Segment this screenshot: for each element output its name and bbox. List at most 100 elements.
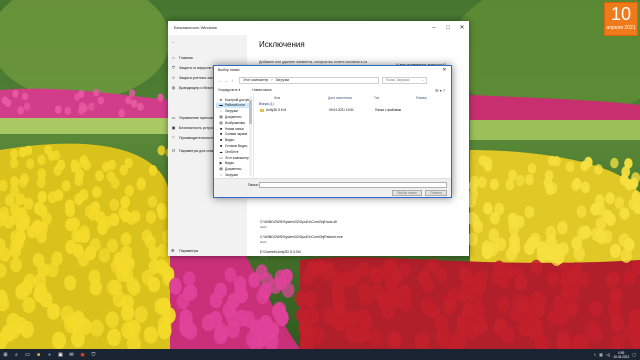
tulip-bloom	[385, 257, 398, 273]
close-icon[interactable]: ✕	[438, 66, 451, 75]
tulip-bloom	[368, 329, 383, 347]
taskbar-app-security[interactable]: ⛉	[88, 349, 99, 360]
tulip-bloom	[84, 245, 97, 261]
exclusion-item[interactable]: C:\WINDOWS\System32\GpuEx\ComObjHook.dll…	[260, 220, 337, 230]
taskbar-app-store[interactable]: ▣	[55, 349, 66, 360]
tulip-bloom	[20, 213, 31, 227]
settings-link[interactable]: ⚙ Параметры	[171, 248, 198, 253]
tree-item-label: OneDrive	[225, 149, 239, 154]
tulip-bloom	[74, 93, 81, 101]
tulip-bloom	[141, 270, 154, 286]
tulip-bloom	[249, 319, 264, 337]
network-icon[interactable]: ▦	[599, 352, 603, 357]
tree-item[interactable]: ★ Быстрый доступ	[219, 97, 249, 102]
tulip-bloom	[120, 304, 135, 322]
tree-item-label: Документы	[225, 114, 242, 119]
volume-icon[interactable]: ◁)	[606, 352, 610, 357]
item-name: Unity3D 5.6.f4	[266, 108, 287, 112]
tulip-bloom	[137, 102, 144, 111]
tree-item[interactable]: ▶ Видео	[219, 161, 235, 166]
tulip-bloom	[274, 274, 287, 291]
tulip-bloom	[65, 218, 76, 232]
tree-item-label: Снимки экрана	[225, 132, 248, 137]
task-view-button[interactable]: ▭	[22, 349, 33, 360]
tree-item[interactable]: ■ Новая папка	[219, 126, 244, 131]
tree-item[interactable]: ▨ Изображения	[219, 120, 245, 125]
taskbar-app-mail[interactable]: ✉	[66, 349, 77, 360]
scrollbar-thumb[interactable]	[249, 100, 252, 124]
documents-icon: ▤	[219, 114, 223, 119]
select-folder-button[interactable]: Выбор папки	[392, 190, 422, 196]
search-button[interactable]: ⌕	[11, 349, 22, 360]
tulip-bloom	[157, 315, 172, 333]
back-button[interactable]: ←	[171, 39, 179, 44]
tree-scrollbar[interactable]	[249, 96, 252, 176]
tulip-bloom	[17, 106, 25, 115]
tulip-bloom	[557, 221, 568, 235]
tulip-bloom	[129, 89, 136, 97]
start-button[interactable]: ⊞	[0, 349, 11, 360]
network-icon: ◍	[171, 85, 176, 90]
tulip-bloom	[9, 149, 18, 160]
tree-item[interactable]: ☁ OneDrive	[219, 149, 238, 154]
taskbar-app-media[interactable]: ◉	[77, 349, 88, 360]
dialog-titlebar[interactable]: Выбор папки ✕	[214, 66, 451, 75]
tree-item[interactable]: ↓ Загрузки	[219, 109, 238, 114]
cancel-button[interactable]: Отмена	[425, 190, 447, 196]
minimize-icon[interactable]: –	[427, 21, 441, 35]
taskbar-app-explorer[interactable]: ■	[33, 349, 44, 360]
exclusion-item[interactable]: C:\WINDOWS\System32\GpuEx\ComObjPatcher.…	[260, 235, 343, 245]
system-tray: ˄ ▦ ◁) 0:59 10.04.2021 ▢	[594, 351, 640, 359]
tulip-bloom	[619, 207, 630, 220]
tree-item[interactable]: ▬ Рабочий стол	[216, 102, 249, 108]
breadcrumb-item[interactable]: Этот компьютер	[243, 78, 268, 83]
organize-button[interactable]: Упорядочить ▾	[218, 88, 240, 92]
address-input[interactable]: Этот компьютер › Загрузки	[239, 77, 379, 84]
folder-input[interactable]	[259, 182, 447, 188]
sidebar-item-home[interactable]: ⌂ Главная	[171, 55, 192, 60]
calendar-gadget[interactable]: 10 апреля 2021	[604, 2, 638, 36]
column-header-type[interactable]: Тип	[374, 96, 379, 100]
dialog-footer: Папка: Выбор папки Отмена	[214, 178, 451, 197]
tulip-bloom	[576, 205, 587, 218]
search-input[interactable]: Поиск: Загрузки ⌕	[382, 77, 427, 84]
list-item[interactable]: Unity3D 5.6.f4 09.04.2021 19:51 Папка с …	[257, 108, 449, 113]
chevron-up-icon[interactable]: ˄	[594, 352, 596, 357]
window-titlebar[interactable]: Безопасность Windows – □ ✕	[168, 21, 469, 35]
maximize-icon[interactable]: □	[441, 21, 455, 35]
tulip-bloom	[107, 328, 121, 347]
tree-item[interactable]: ▤ Документы	[219, 167, 241, 172]
tree-item[interactable]: ▤ Документы	[219, 114, 241, 119]
column-header-date[interactable]: Дата изменения	[328, 96, 352, 100]
view-options-icon[interactable]: ☰ ▾ ?	[435, 88, 445, 93]
notifications-icon[interactable]: ▢	[632, 352, 636, 357]
tulip-bloom	[46, 303, 61, 320]
group-header[interactable]: Вчера (1)	[259, 102, 274, 106]
tree-item[interactable]: ■ Готовые Видео	[219, 143, 247, 148]
breadcrumb-item[interactable]: Загрузки	[276, 78, 290, 83]
folder-icon: ■	[219, 132, 223, 137]
column-header-size[interactable]: Размер	[416, 96, 427, 100]
tree-item[interactable]: ■ Видео	[219, 138, 234, 143]
tree-item[interactable]: ▭ Этот компьютер	[219, 155, 249, 160]
tulip-bloom	[295, 307, 310, 324]
new-folder-button[interactable]: Новая папка	[252, 88, 271, 92]
tree-item[interactable]: ↓ Загрузки	[219, 172, 238, 177]
exclusion-item[interactable]: E:\Games\Unity3D 5.3.0f4 Папка	[260, 250, 301, 260]
taskbar-clock[interactable]: 0:59 10.04.2021	[613, 351, 629, 359]
exclusion-path: C:\WINDOWS\System32\GpuEx\ComObjHook.dll	[260, 220, 337, 224]
tree-item[interactable]: ■ Снимки экрана	[219, 132, 247, 137]
folder-picker-dialog: Выбор папки ✕ ← → ↑ Этот компьютер › Заг…	[213, 65, 452, 198]
column-header-name[interactable]: Имя	[274, 96, 280, 100]
up-arrow-icon[interactable]: ↑	[229, 78, 235, 83]
tulip-bloom	[74, 193, 84, 205]
tulip-bloom	[22, 297, 36, 314]
sidebar-item-family[interactable]: ☷ Параметры для семьи	[171, 148, 217, 153]
tulip-bloom	[348, 269, 361, 285]
taskbar-app-browser[interactable]: ●	[44, 349, 55, 360]
home-icon: ⌂	[172, 55, 175, 60]
tulip-bloom	[609, 287, 623, 304]
tulip-bloom	[518, 319, 533, 337]
tulip-bloom	[619, 174, 629, 186]
close-icon[interactable]: ✕	[455, 21, 469, 35]
